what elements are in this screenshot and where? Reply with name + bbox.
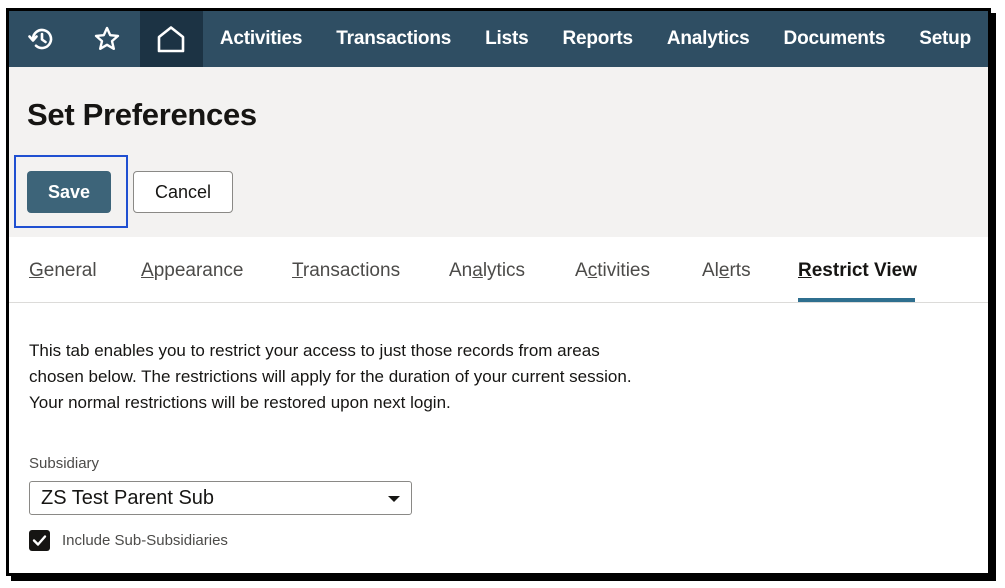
include-sub-subsidiaries-label: Include Sub-Subsidiaries xyxy=(62,532,228,549)
restrict-view-description: This tab enables you to restrict your ac… xyxy=(29,338,749,416)
tab-appearance[interactable]: Appearance xyxy=(141,260,243,282)
nav-lists[interactable]: Lists xyxy=(468,11,545,67)
top-navigation: Activities Transactions Lists Reports An… xyxy=(9,11,988,67)
tab-transactions[interactable]: Transactions xyxy=(292,260,400,282)
tab-general[interactable]: General xyxy=(29,260,97,282)
description-line: Your normal restrictions will be restore… xyxy=(29,393,451,412)
description-line: This tab enables you to restrict your ac… xyxy=(29,341,600,360)
active-tab-indicator xyxy=(798,298,915,302)
cancel-button[interactable]: Cancel xyxy=(133,171,233,213)
nav-analytics[interactable]: Analytics xyxy=(650,11,767,67)
nav-reports[interactable]: Reports xyxy=(545,11,649,67)
save-button[interactable]: Save xyxy=(27,171,111,213)
app-window: Activities Transactions Lists Reports An… xyxy=(6,8,991,576)
include-sub-subsidiaries-row: Include Sub-Subsidiaries xyxy=(29,530,228,551)
subsidiary-label: Subsidiary xyxy=(29,455,100,472)
nav-documents[interactable]: Documents xyxy=(767,11,903,67)
include-sub-subsidiaries-checkbox[interactable] xyxy=(29,530,50,551)
subsidiary-value: ZS Test Parent Sub xyxy=(41,486,215,509)
tab-activities[interactable]: Activities xyxy=(575,260,650,282)
nav-setup[interactable]: Setup xyxy=(902,11,988,67)
tab-analytics[interactable]: Analytics xyxy=(449,260,525,282)
checkmark-icon xyxy=(32,535,47,546)
history-icon[interactable] xyxy=(9,11,74,67)
page-header: Set Preferences Save Cancel xyxy=(9,67,988,237)
chevron-down-icon xyxy=(388,496,400,502)
subsidiary-select[interactable]: ZS Test Parent Sub xyxy=(29,481,412,515)
tab-alerts[interactable]: Alerts xyxy=(702,260,751,282)
page-title: Set Preferences xyxy=(27,97,257,132)
nav-transactions[interactable]: Transactions xyxy=(319,11,468,67)
star-icon[interactable] xyxy=(74,11,139,67)
preferences-tabs: General Appearance Transactions Analytic… xyxy=(9,237,988,303)
description-line: chosen below. The restrictions will appl… xyxy=(29,367,632,386)
tab-restrict-view[interactable]: Restrict View xyxy=(798,260,917,282)
home-icon[interactable] xyxy=(139,11,203,67)
nav-activities[interactable]: Activities xyxy=(203,11,319,67)
